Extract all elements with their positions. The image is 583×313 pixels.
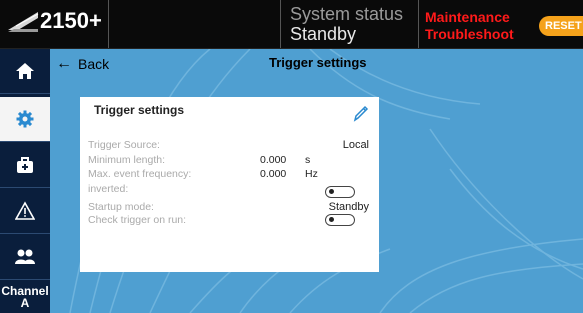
card-title: Trigger settings: [94, 103, 185, 117]
sidebar-item-home[interactable]: [0, 49, 50, 93]
max-event-frequency-value[interactable]: 0.000: [260, 168, 286, 180]
toolbox-icon: [17, 157, 33, 173]
home-icon: [16, 63, 34, 79]
alert-maintenance[interactable]: Maintenance: [425, 9, 514, 26]
channel-value: A: [20, 296, 30, 310]
startup-mode-value[interactable]: Standby: [329, 201, 369, 213]
max-event-frequency-label: Max. event frequency:: [88, 168, 192, 180]
users-icon: [15, 249, 35, 264]
top-bar: 2150+ System status Standby Maintenance …: [0, 0, 583, 49]
sidebar-item-warnings[interactable]: [0, 189, 50, 233]
row-inverted: inverted:: [88, 183, 373, 198]
arrow-left-icon: ←: [56, 55, 72, 72]
sidebar-item-channel[interactable]: Channel A: [0, 281, 50, 313]
startup-mode-label: Startup mode:: [88, 201, 154, 213]
top-divider: [280, 0, 281, 48]
sidebar-divider: [0, 93, 50, 94]
row-startup-mode: Startup mode: Standby: [88, 201, 373, 213]
minimum-length-label: Minimum length:: [88, 154, 166, 166]
page-title: Trigger settings: [269, 55, 367, 70]
max-event-frequency-unit: Hz: [305, 168, 318, 180]
sidebar-item-toolbox[interactable]: [0, 143, 50, 187]
system-status-label: System status: [290, 4, 404, 24]
toggle-knob: [329, 189, 334, 194]
warning-icon: [15, 201, 35, 220]
trigger-source-label: Trigger Source:: [88, 139, 160, 151]
sidebar-item-settings[interactable]: [0, 97, 50, 141]
gear-icon: [16, 110, 34, 128]
logo-mark-icon: [8, 12, 39, 32]
alert-messages[interactable]: Maintenance Troubleshoot: [425, 9, 514, 43]
top-divider: [418, 0, 419, 48]
sidebar-divider: [0, 279, 50, 280]
back-button[interactable]: ← Back: [56, 55, 109, 73]
sidebar-divider: [0, 187, 50, 188]
pencil-icon[interactable]: [351, 103, 371, 123]
check-trigger-toggle[interactable]: [325, 214, 355, 226]
inverted-label: inverted:: [88, 183, 129, 195]
minimum-length-unit: s: [305, 154, 311, 166]
sidebar-divider: [0, 233, 50, 234]
trigger-source-value[interactable]: Local: [343, 139, 369, 151]
toggle-knob: [329, 217, 334, 222]
row-check-trigger-on-run: Check trigger on run:: [88, 214, 373, 226]
top-divider: [108, 0, 109, 48]
device-logo: 2150+: [6, 8, 102, 34]
trigger-settings-card: Trigger settings Trigger Source: Local M…: [80, 97, 379, 272]
sidebar-item-users[interactable]: [0, 235, 50, 279]
row-max-event-frequency: Max. event frequency: 0.000 Hz: [88, 168, 373, 180]
row-trigger-source: Trigger Source: Local: [88, 139, 373, 151]
check-trigger-on-run-label: Check trigger on run:: [88, 214, 187, 226]
row-minimum-length: Minimum length: 0.000 s: [88, 154, 373, 166]
reset-button[interactable]: RESET: [539, 16, 583, 36]
sidebar: Channel A: [0, 49, 50, 313]
back-label: Back: [78, 56, 110, 72]
model-name: 2150+: [40, 8, 102, 33]
system-status-value: Standby: [290, 24, 357, 44]
main-panel: ← Back Trigger settings Trigger settings…: [50, 49, 583, 313]
sidebar-divider: [0, 141, 50, 142]
minimum-length-value[interactable]: 0.000: [260, 154, 286, 166]
inverted-toggle[interactable]: [325, 186, 355, 198]
alert-troubleshoot[interactable]: Troubleshoot: [425, 26, 514, 43]
